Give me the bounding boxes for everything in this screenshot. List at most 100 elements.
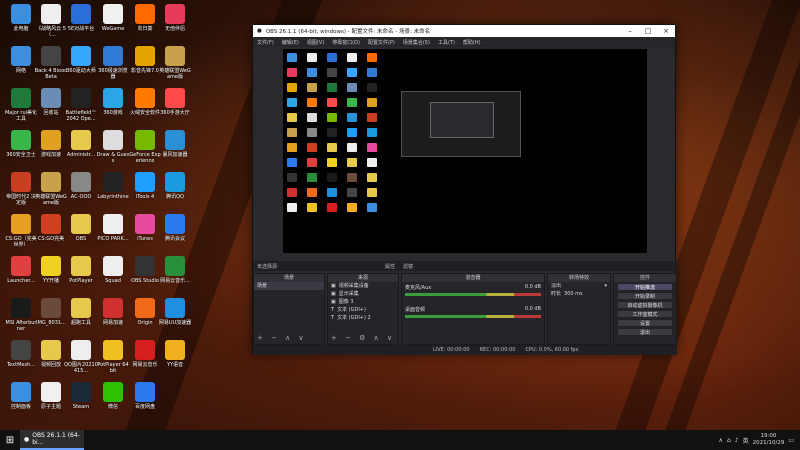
desktop-icon[interactable]: 360游戏: [96, 88, 130, 116]
desktop-icon[interactable]: CS:GO（完美世界）: [4, 214, 38, 248]
desktop-icon[interactable]: 回收站: [34, 88, 68, 116]
source-item[interactable]: ▣ 视频采集设备: [328, 282, 398, 290]
taskbar-clock[interactable]: 19:00 2021/10/29: [753, 433, 785, 447]
mixer-track[interactable]: 桌面音频 0.0 dB: [402, 304, 544, 320]
mixer-track[interactable]: 麦克风/Aux 0.0 dB: [402, 282, 544, 298]
scenes-footer-buttons[interactable]: + − ∧ ∨: [257, 334, 307, 342]
desktop-icon[interactable]: Major rui美化工具: [4, 88, 38, 122]
desktop-icon[interactable]: YY开播: [34, 256, 68, 284]
desktop-icon[interactable]: 控制面板: [4, 382, 38, 410]
desktop-icon[interactable]: 此电脑: [4, 4, 38, 32]
desktop-icon[interactable]: 向日葵: [128, 4, 162, 32]
properties-button[interactable]: 属性: [385, 263, 395, 270]
desktop-icon[interactable]: 网易UU加速器: [158, 298, 192, 326]
desktop-icon[interactable]: 英雄联盟WeGame版: [158, 46, 192, 80]
desktop-icon[interactable]: 360驱动大师: [64, 46, 98, 74]
desktop-icon[interactable]: 百度网盘: [128, 382, 162, 410]
transition-duration-field[interactable]: 时长 300 ms: [548, 290, 610, 298]
desktop-icon[interactable]: 网易加速: [96, 298, 130, 326]
minimize-button[interactable]: –: [621, 27, 639, 35]
maximize-button[interactable]: □: [639, 27, 657, 35]
filters-button[interactable]: 滤镜: [403, 263, 413, 270]
obs-window[interactable]: ● OBS 26.1.1 (64-bit, windows) - 配置文件: 未…: [252, 24, 677, 355]
desktop-icon[interactable]: 英雄联盟WeGame版: [34, 172, 68, 206]
desktop-icon[interactable]: 火绒安全软件: [128, 88, 162, 116]
desktop-icon[interactable]: GeForce Experience: [128, 130, 162, 164]
desktop-icon[interactable]: PotPlayer 64 bit: [96, 340, 130, 374]
desktop-icon[interactable]: Draw & Guess: [96, 130, 130, 164]
obs-preview[interactable]: [283, 49, 647, 253]
obs-title-bar[interactable]: ● OBS 26.1.1 (64-bit, windows) - 配置文件: 未…: [253, 25, 675, 37]
desktop-icon[interactable]: 《战略风云 5（...: [34, 4, 68, 38]
notifications-icon[interactable]: ▭: [788, 437, 794, 444]
desktop-icon[interactable]: 360极速浏览器: [96, 46, 130, 80]
source-item[interactable]: ▣ 显示采集: [328, 290, 398, 298]
desktop-icon[interactable]: 360手游大厅: [158, 88, 192, 116]
desktop-icon[interactable]: 无他伴侣: [158, 4, 192, 32]
desktop-icon[interactable]: 暴风加速器: [158, 130, 192, 158]
source-item[interactable]: ▣ 图像 3: [328, 298, 398, 306]
desktop-icon[interactable]: CS:GO完美: [34, 214, 68, 242]
desktop-icon[interactable]: iTunes: [128, 214, 162, 242]
desktop-icon[interactable]: Back 4 Blood Beta: [34, 46, 68, 80]
desktop-icon[interactable]: Battlefield™ 2042 Ope...: [64, 88, 98, 122]
desktop-icon[interactable]: 原子主题: [34, 382, 68, 410]
desktop-icon[interactable]: iTools 4: [128, 172, 162, 200]
studio-mode-button[interactable]: 工作室模式: [617, 310, 673, 318]
desktop-icon[interactable]: OBS Studio: [128, 256, 162, 284]
desktop-icon[interactable]: 影音先锋7.0: [128, 46, 162, 74]
menu-profile[interactable]: 配置文件(P): [368, 39, 395, 46]
close-button[interactable]: ×: [657, 27, 675, 35]
taskbar-obs-item[interactable]: ● OBS 26.1.1 (64-bi...: [20, 430, 84, 450]
sources-footer-buttons[interactable]: + − ⚙ ∧ ∨: [331, 334, 395, 342]
desktop-icon[interactable]: Steam: [64, 382, 98, 410]
desktop-icon[interactable]: AC-OOD: [64, 172, 98, 200]
virtual-camera-button[interactable]: 启动虚拟摄像机: [617, 301, 673, 309]
network-icon[interactable]: ⌂: [727, 437, 731, 444]
desktop-icon[interactable]: TextMesh...: [4, 340, 38, 368]
settings-button[interactable]: 设置: [617, 319, 673, 327]
transition-type-select[interactable]: 淡出 ▾: [548, 282, 610, 290]
exit-button[interactable]: 退出: [617, 328, 673, 336]
scene-item[interactable]: 场景: [254, 282, 324, 290]
desktop-icon[interactable]: MSI Afterburner: [4, 298, 38, 332]
desktop-icon[interactable]: 网易云音乐: [128, 340, 162, 368]
menu-tools[interactable]: 工具(T): [438, 39, 455, 46]
desktop-icon[interactable]: 帝国时代2 决定版: [4, 172, 38, 206]
input-language[interactable]: 英: [743, 436, 749, 445]
start-streaming-button[interactable]: 开始推流: [617, 283, 673, 291]
desktop-icon[interactable]: 超跑工具: [64, 298, 98, 326]
tray-chevron-icon[interactable]: ∧: [719, 437, 723, 444]
desktop-icon[interactable]: 360安全卫士: [4, 130, 38, 158]
desktop-icon[interactable]: QQ图片20210415...: [64, 340, 98, 374]
desktop-icon[interactable]: 腾讯QQ: [158, 172, 192, 200]
desktop-icon[interactable]: Squad: [96, 256, 130, 284]
desktop-icon[interactable]: Labyrinthine: [96, 172, 130, 200]
desktop-icon[interactable]: PICO PARK...: [96, 214, 130, 242]
volume-icon[interactable]: ♪: [735, 437, 739, 444]
menu-docks[interactable]: 停靠窗口(D): [332, 39, 360, 46]
desktop-icon[interactable]: IMG_8031...: [34, 298, 68, 326]
desktop-icon[interactable]: 微信: [96, 382, 130, 410]
desktop-icon[interactable]: Administr...: [64, 130, 98, 158]
desktop-icon[interactable]: YY语音: [158, 340, 192, 368]
menu-help[interactable]: 帮助(H): [463, 39, 481, 46]
desktop-icon[interactable]: PotPlayer: [64, 256, 98, 284]
desktop-icon[interactable]: 游戏加速: [34, 130, 68, 158]
desktop-icon[interactable]: 腾讯会议: [158, 214, 192, 242]
start-recording-button[interactable]: 开始录制: [617, 292, 673, 300]
source-item[interactable]: T 文本 (GDI+) 2: [328, 314, 398, 322]
windows-start-icon[interactable]: ⊞: [0, 430, 20, 450]
desktop-icon[interactable]: Launcher...: [4, 256, 38, 284]
menu-edit[interactable]: 编辑(E): [282, 39, 299, 46]
desktop-icon[interactable]: WeGame: [96, 4, 130, 32]
desktop-icon[interactable]: OBS: [64, 214, 98, 242]
menu-scene-collection[interactable]: 场景集合(S): [403, 39, 430, 46]
menu-view[interactable]: 视图(V): [307, 39, 324, 46]
desktop-icon[interactable]: 网络: [4, 46, 38, 74]
desktop-icon[interactable]: 网易云音乐...: [158, 256, 192, 284]
menu-file[interactable]: 文件(F): [257, 39, 274, 46]
desktop-icon[interactable]: 5E对战平台: [64, 4, 98, 32]
desktop-icon[interactable]: 视频回放: [34, 340, 68, 368]
source-item[interactable]: T 文本 (GDI+): [328, 306, 398, 314]
